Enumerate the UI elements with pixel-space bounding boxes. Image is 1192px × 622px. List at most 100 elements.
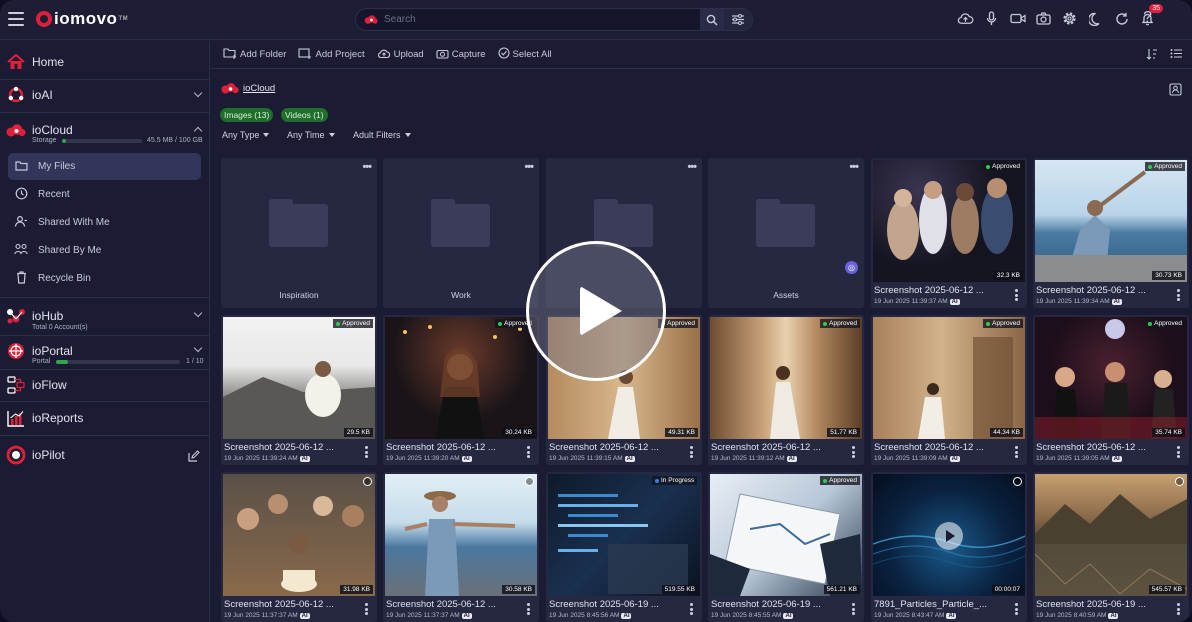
more-options-icon[interactable] xyxy=(1177,289,1180,303)
camera-icon[interactable] xyxy=(1035,10,1052,27)
image-thumbnail[interactable]: Approved 44.34 KB xyxy=(873,317,1025,439)
breadcrumb[interactable]: ioCloud xyxy=(221,83,275,94)
more-options-icon[interactable] xyxy=(1177,446,1180,460)
more-options-icon[interactable] xyxy=(1015,289,1018,303)
more-options-icon[interactable] xyxy=(690,446,693,460)
more-options-icon[interactable]: ••• xyxy=(849,161,859,173)
more-options-icon[interactable] xyxy=(527,446,530,460)
menu-icon[interactable] xyxy=(8,12,24,26)
filter-sliders-icon[interactable] xyxy=(724,9,752,30)
image-thumbnail[interactable]: Approved 30.24 KB xyxy=(385,317,537,439)
image-thumbnail[interactable]: Approved 29.5 KB xyxy=(223,317,375,439)
more-options-icon[interactable]: ••• xyxy=(362,161,372,173)
image-thumbnail[interactable]: Approved 30.73 KB xyxy=(1035,160,1187,282)
list-view-icon[interactable] xyxy=(1170,48,1182,63)
video-play-overlay-button[interactable] xyxy=(526,241,666,381)
status-circle-icon[interactable] xyxy=(525,477,534,486)
more-options-icon[interactable] xyxy=(365,446,368,460)
chevron-down-icon[interactable] xyxy=(193,88,203,98)
sidebar-item-shared-with-me[interactable]: Shared With Me xyxy=(8,209,201,236)
media-card[interactable]: 31.98 KB Screenshot 2025-06-12 ... 19 Ju… xyxy=(221,472,377,622)
add-folder-button[interactable]: Add Folder xyxy=(223,47,286,62)
sidebar-item-ioreports[interactable]: ioReports xyxy=(0,408,210,428)
more-options-icon[interactable] xyxy=(1015,446,1018,460)
folder-card[interactable]: ••• Work xyxy=(383,158,539,308)
folder-card[interactable]: ••• ◎ Assets xyxy=(708,158,864,308)
videos-filter-pill[interactable]: Videos (1) xyxy=(281,108,328,122)
details-panel-icon[interactable] xyxy=(1169,83,1182,99)
image-thumbnail[interactable]: Approved 32.3 KB xyxy=(873,160,1025,282)
status-circle-icon[interactable] xyxy=(1013,477,1022,486)
time-filter-dropdown[interactable]: Any Time xyxy=(287,130,335,140)
more-options-icon[interactable] xyxy=(527,603,530,617)
more-options-icon[interactable] xyxy=(852,446,855,460)
media-card[interactable]: Approved 30.73 KB Screenshot 2025-06-12 … xyxy=(1033,158,1189,308)
chevron-down-icon[interactable] xyxy=(193,343,203,353)
image-thumbnail[interactable]: 545.57 KB xyxy=(1035,474,1187,596)
adult-filter-dropdown[interactable]: Adult Filters xyxy=(353,130,411,140)
gear-icon[interactable] xyxy=(1061,10,1078,27)
upload-button[interactable]: Upload xyxy=(377,48,424,62)
capture-button[interactable]: Capture xyxy=(436,48,486,62)
media-card[interactable]: Approved 561.21 KB Screenshot 2025-06-19… xyxy=(708,472,864,622)
media-card[interactable]: Approved 29.5 KB Screenshot 2025-06-12 .… xyxy=(221,315,377,465)
sidebar-item-recent[interactable]: Recent xyxy=(8,181,201,208)
image-thumbnail[interactable]: 30.58 KB xyxy=(385,474,537,596)
more-options-icon[interactable] xyxy=(690,603,693,617)
help-icon[interactable]: ? xyxy=(1143,9,1152,27)
main-content: Add Folder Add Project Upload Capture Se… xyxy=(211,41,1192,622)
sidebar-item-iohub[interactable]: ioHub xyxy=(0,306,210,326)
image-thumbnail[interactable]: Approved 561.21 KB xyxy=(710,474,862,596)
image-thumbnail[interactable]: Approved 35.74 KB xyxy=(1035,317,1187,439)
images-filter-pill[interactable]: Images (13) xyxy=(220,108,274,122)
search-input[interactable]: Search xyxy=(384,14,700,25)
more-options-icon[interactable] xyxy=(1015,603,1018,617)
microphone-icon[interactable] xyxy=(983,10,1000,27)
media-card[interactable]: 30.58 KB Screenshot 2025-06-12 ... 19 Ju… xyxy=(383,472,539,622)
media-card[interactable]: 545.57 KB Screenshot 2025-06-19 ... 19 J… xyxy=(1033,472,1189,622)
new-chat-edit-icon[interactable] xyxy=(188,449,200,467)
app-logo[interactable]: iomovo TM xyxy=(36,9,128,29)
chevron-up-icon[interactable] xyxy=(193,126,203,136)
sidebar-item-iopilot[interactable]: ioPilot xyxy=(0,445,210,465)
search-icon[interactable] xyxy=(700,9,724,30)
image-thumbnail[interactable]: In Progress 519.55 KB xyxy=(548,474,700,596)
moon-icon[interactable] xyxy=(1087,10,1104,27)
media-card[interactable]: Approved 32.3 KB Screenshot 2025-06-12 .… xyxy=(871,158,1027,308)
status-text: In Progress xyxy=(661,477,695,484)
more-options-icon[interactable] xyxy=(1177,603,1180,617)
sidebar-item-shared-by-me[interactable]: Shared By Me xyxy=(8,237,201,264)
sidebar-item-home[interactable]: Home xyxy=(0,52,210,72)
video-thumbnail[interactable]: 00:00:07 xyxy=(873,474,1025,596)
media-card[interactable]: Approved 44.34 KB Screenshot 2025-06-12 … xyxy=(871,315,1027,465)
folder-card[interactable]: ••• Inspiration xyxy=(221,158,377,308)
sort-icon[interactable] xyxy=(1146,48,1158,63)
media-card[interactable]: Approved 30.24 KB Screenshot 2025-06-12 … xyxy=(383,315,539,465)
status-circle-icon[interactable] xyxy=(1175,477,1184,486)
more-options-icon[interactable] xyxy=(365,603,368,617)
sidebar-item-my-files[interactable]: My Files xyxy=(8,153,201,180)
image-thumbnail[interactable]: 31.98 KB xyxy=(223,474,375,596)
add-project-button[interactable]: Add Project xyxy=(298,47,365,62)
upload-cloud-icon[interactable] xyxy=(957,10,974,27)
search-bar[interactable]: Search xyxy=(355,8,753,31)
more-options-icon[interactable] xyxy=(852,603,855,617)
chevron-down-icon[interactable] xyxy=(193,308,203,318)
sidebar-item-ioai[interactable]: ioAI xyxy=(0,85,210,105)
more-options-icon[interactable]: ••• xyxy=(524,161,534,173)
refresh-icon[interactable] xyxy=(1113,10,1130,27)
type-filter-dropdown[interactable]: Any Type xyxy=(222,130,270,140)
media-card[interactable]: Approved 35.74 KB Screenshot 2025-06-12 … xyxy=(1033,315,1189,465)
more-options-icon[interactable]: ••• xyxy=(687,161,697,173)
video-camera-icon[interactable] xyxy=(1009,10,1026,27)
sidebar-item-ioflow[interactable]: ioFlow xyxy=(0,375,210,395)
media-card[interactable]: Approved 51.77 KB Screenshot 2025-06-12 … xyxy=(708,315,864,465)
image-thumbnail[interactable]: Approved 51.77 KB xyxy=(710,317,862,439)
media-card[interactable]: In Progress 519.55 KB Screenshot 2025-06… xyxy=(546,472,702,622)
file-date: 19 Jun 2025 11:39:15 AM AI xyxy=(549,455,635,462)
media-card[interactable]: 00:00:07 7891_Particles_Particle_... 19 … xyxy=(871,472,1027,622)
video-play-button[interactable] xyxy=(935,522,963,550)
status-circle-icon[interactable] xyxy=(363,477,372,486)
sidebar-item-recycle-bin[interactable]: Recycle Bin xyxy=(8,265,201,292)
select-all-button[interactable]: Select All xyxy=(497,47,552,62)
